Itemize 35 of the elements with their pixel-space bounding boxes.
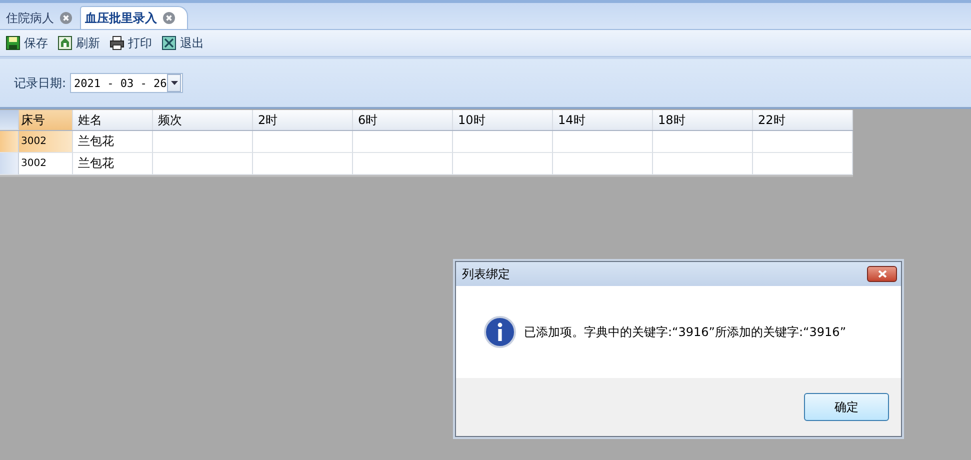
ok-button[interactable]: 确定 xyxy=(804,393,889,421)
close-icon[interactable] xyxy=(163,12,175,24)
column-header[interactable]: 2时 xyxy=(253,110,353,130)
column-header[interactable]: 18时 xyxy=(653,110,753,130)
dialog-message: 已添加项。字典中的关键字:“3916”所添加的关键字:“3916” xyxy=(524,324,846,340)
column-header[interactable]: 6时 xyxy=(353,110,453,130)
column-header[interactable]: 14时 xyxy=(553,110,653,130)
toolbar-button[interactable]: 保存 xyxy=(4,34,50,52)
dropdown-button[interactable] xyxy=(167,74,182,92)
info-icon xyxy=(484,316,516,348)
column-header[interactable]: 姓名 xyxy=(73,110,153,130)
column-header[interactable]: 床号 xyxy=(19,110,73,130)
save-icon xyxy=(6,36,20,50)
column-header[interactable]: 频次 xyxy=(153,110,253,130)
column-header[interactable]: 22时 xyxy=(753,110,853,130)
tab[interactable]: 住院病人 xyxy=(2,7,78,29)
exit-icon xyxy=(162,36,176,50)
date-label: 记录日期: xyxy=(14,74,66,92)
toolbar-button[interactable]: 刷新 xyxy=(56,34,102,52)
caret-icon xyxy=(170,81,178,85)
grid-corner xyxy=(0,110,19,130)
table-cell: 3002 xyxy=(19,153,73,175)
table-cell: 3002 xyxy=(19,131,73,153)
table-cell: 兰包花 xyxy=(73,131,153,153)
printer-icon xyxy=(110,36,124,50)
close-icon[interactable] xyxy=(60,12,72,24)
column-header[interactable]: 10时 xyxy=(453,110,553,130)
toolbar-button[interactable]: 打印 xyxy=(108,34,154,52)
table-cell: 兰包花 xyxy=(73,153,153,175)
close-button[interactable] xyxy=(867,266,897,282)
date-field[interactable]: 2021 - 03 - 26 xyxy=(70,73,184,93)
close-icon xyxy=(878,270,886,278)
toolbar-button[interactable]: 退出 xyxy=(160,34,206,52)
tab[interactable]: 血压批里录入 xyxy=(80,6,188,29)
dialog-title: 列表绑定 xyxy=(462,266,510,282)
